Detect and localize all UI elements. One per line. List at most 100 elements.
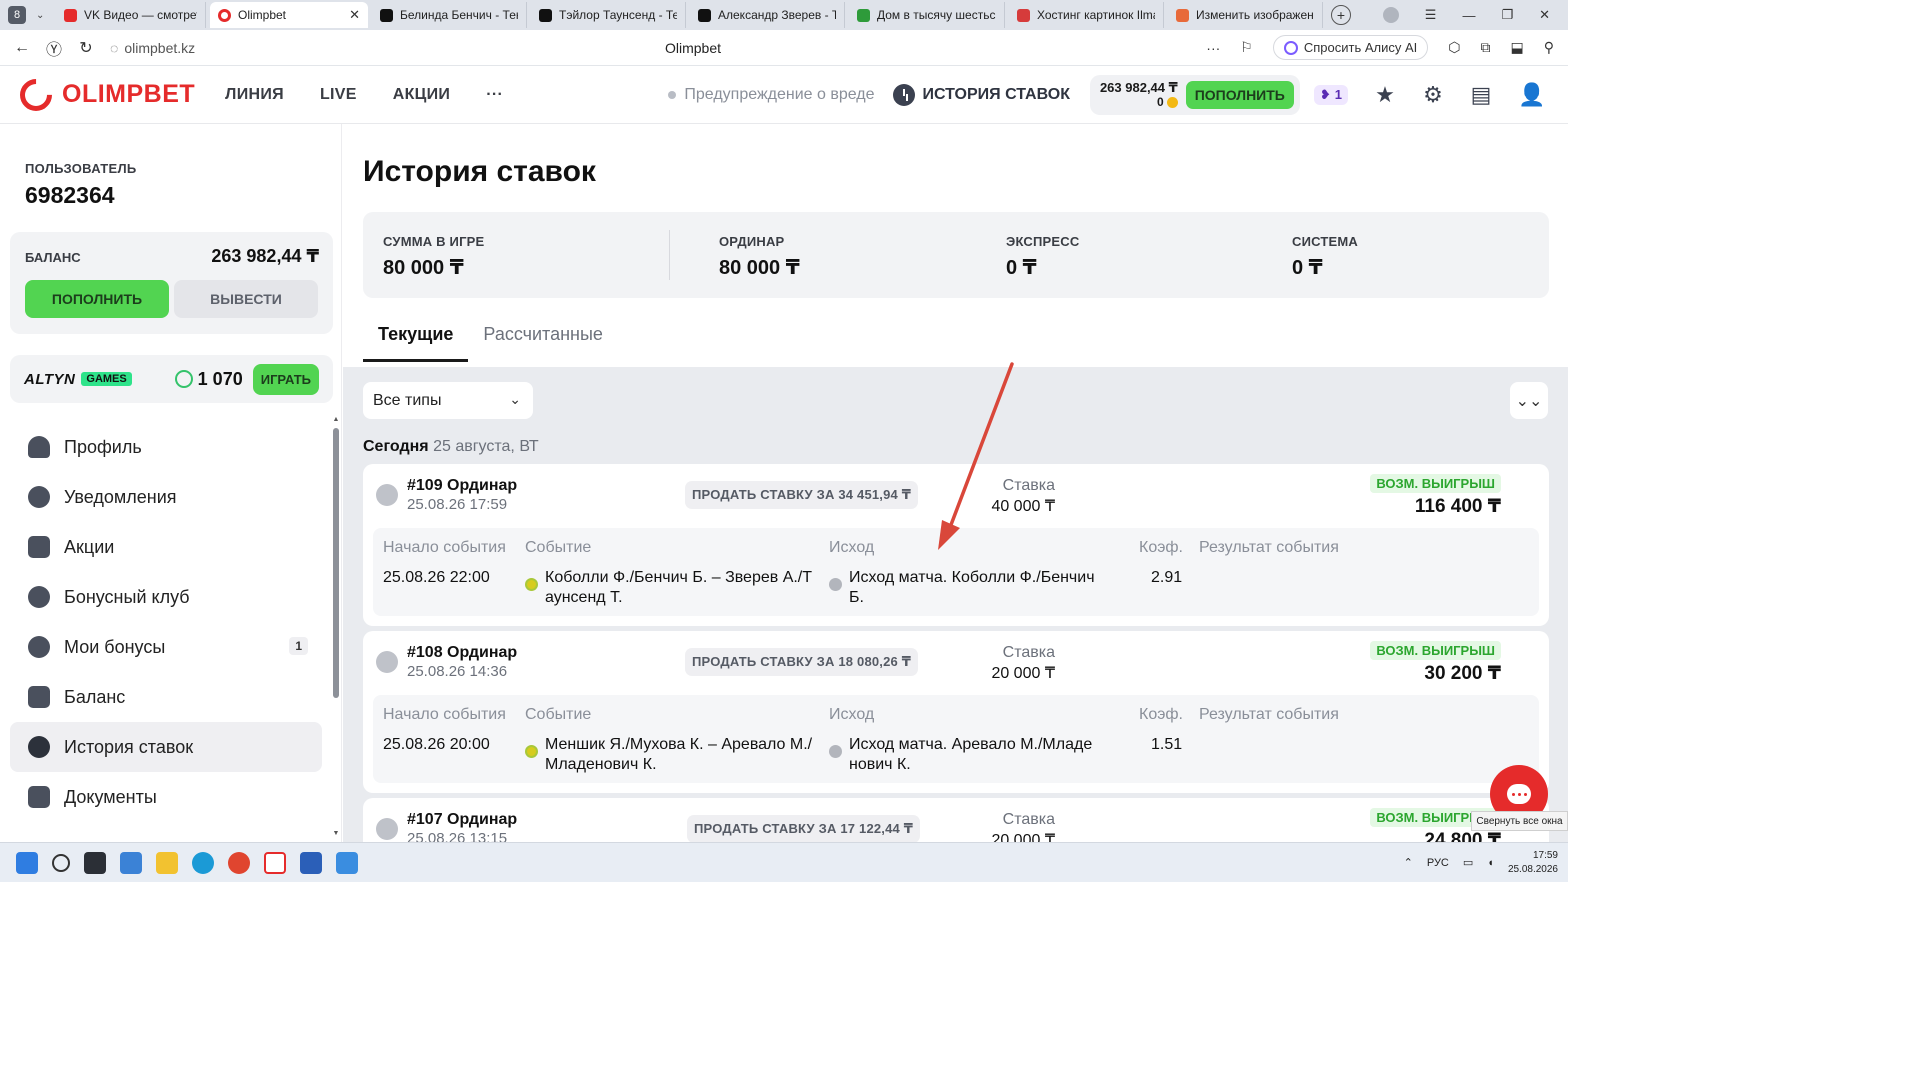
stake-value: 20 000 ₸ xyxy=(991,665,1055,682)
altyn-games-card[interactable]: ALTYN GAMES 1 070 ИГРАТЬ xyxy=(10,355,333,403)
clock[interactable]: 17:59 25.08.2026 xyxy=(1508,849,1558,877)
sidebar-item-notifications[interactable]: Уведомления xyxy=(10,472,322,522)
sidebar-item-promos[interactable]: Акции xyxy=(10,522,322,572)
sidebar-item-documents[interactable]: Документы xyxy=(10,772,322,822)
back-icon[interactable]: ← xyxy=(12,39,32,57)
withdraw-button[interactable]: ВЫВЕСТИ xyxy=(174,280,318,318)
olimpbet-icon xyxy=(218,8,231,22)
extensions-icon[interactable]: ⬡ xyxy=(1448,39,1460,56)
sidebar-item-bonus-club[interactable]: Бонусный клуб xyxy=(10,572,322,622)
yandex-browser-icon[interactable] xyxy=(264,851,286,874)
deposit-button[interactable]: ПОПОЛНИТЬ xyxy=(25,280,169,318)
collections-icon[interactable]: ⧉ xyxy=(1481,39,1491,56)
possible-win-value: 116 400 ₸ xyxy=(1414,496,1501,517)
nav-more[interactable]: ··· xyxy=(486,86,503,104)
browser-tab-active[interactable]: Olimpbet ✕ xyxy=(210,2,368,28)
yandex-icon[interactable]: Ⓨ xyxy=(44,36,64,60)
gear-icon[interactable]: ⚙ xyxy=(1422,83,1444,106)
downloads-icon[interactable]: ⬓ xyxy=(1511,39,1524,56)
sell-bet-button[interactable]: ПРОДАТЬ СТАВКУ ЗА 17 122,44 ₸ xyxy=(687,815,921,842)
restore-icon[interactable]: ❐ xyxy=(1501,7,1513,23)
reload-icon[interactable]: ↻ xyxy=(76,38,96,58)
event-name[interactable]: Меншик Я./Мухова К. – Аревало М./ Младен… xyxy=(545,735,812,775)
folder-icon[interactable] xyxy=(156,851,178,874)
event-name[interactable]: Коболли Ф./Бенчич Б. – Зверев А./Т аунсе… xyxy=(545,568,812,608)
tab-settled[interactable]: Рассчитанные xyxy=(468,324,618,362)
nav-line[interactable]: ЛИНИЯ xyxy=(225,86,284,104)
photos-icon[interactable] xyxy=(336,851,358,874)
bet-card[interactable]: #108 Ординар 25.08.26 14:36 ПРОДАТЬ СТАВ… xyxy=(363,631,1549,793)
windows-start-icon[interactable] xyxy=(16,851,38,874)
summary-system: СИСТЕМА 0 ₸ xyxy=(1292,234,1359,279)
bet-type-select[interactable]: Все типы ⌄ xyxy=(363,382,533,419)
sidebar-item-profile[interactable]: Профиль xyxy=(10,422,322,472)
chat-icon[interactable]: ▤ xyxy=(1470,83,1492,106)
edge-icon[interactable] xyxy=(192,851,214,874)
bet-history-link[interactable]: ИСТОРИЯ СТАВОК xyxy=(892,83,1070,106)
bet-datetime: 25.08.26 13:15 xyxy=(407,830,508,842)
logo[interactable]: OLIMPBET xyxy=(13,71,195,118)
menu-icon[interactable]: ☰ xyxy=(1425,7,1437,23)
pin-icon[interactable]: ⚲ xyxy=(1544,39,1554,56)
user-id: 6982364 xyxy=(25,182,115,208)
star-icon[interactable]: ★ xyxy=(1374,83,1396,106)
url-field[interactable]: ◌ olimpbet.kz xyxy=(110,40,195,56)
header-deposit-button[interactable]: ПОПОЛНИТЬ xyxy=(1185,80,1294,109)
browser-tab[interactable]: Дом в тысячу шестьсот xyxy=(849,2,1005,28)
sidebar-scrollbar[interactable]: ▲ ▼ xyxy=(332,416,340,842)
network-icon[interactable]: ▭ xyxy=(1463,856,1473,869)
user-icon[interactable]: 👤 xyxy=(1518,83,1545,106)
more-icon[interactable]: ··· xyxy=(1206,40,1220,56)
close-window-icon[interactable]: ✕ xyxy=(1539,7,1550,23)
chrome-icon[interactable] xyxy=(228,851,250,874)
harm-warning-link[interactable]: Предупреждение о вреде xyxy=(668,86,875,104)
site-header: OLIMPBET ЛИНИЯ LIVE АКЦИИ ··· Предупрежд… xyxy=(0,66,1568,124)
header-outcome: Исход xyxy=(829,539,875,556)
chevron-down-icon[interactable]: ⌄ xyxy=(36,10,52,21)
sidebar-item-bet-history[interactable]: История ставок xyxy=(10,722,322,772)
gift-icon: ❥ xyxy=(1319,86,1331,102)
nav-live[interactable]: LIVE xyxy=(320,86,357,104)
profile-icon[interactable] xyxy=(1382,7,1399,23)
sell-bet-button[interactable]: ПРОДАТЬ СТАВКУ ЗА 18 080,26 ₸ xyxy=(685,648,919,676)
sidebar-menu: Профиль Уведомления Акции Бонусный клуб … xyxy=(10,422,322,822)
browser-tab[interactable]: Хостинг картинок Ilmag xyxy=(1009,2,1164,28)
sidebar-item-my-bonuses[interactable]: Мои бонусы 1 xyxy=(10,622,322,672)
ask-alice-button[interactable]: Спросить Алису AI xyxy=(1272,35,1429,60)
scroll-down-icon[interactable]: ▼ xyxy=(332,830,340,837)
store-icon[interactable] xyxy=(120,851,142,874)
header-result: Результат события xyxy=(1199,539,1339,556)
browser-tab[interactable]: Александр Зверев - Тен xyxy=(690,2,845,28)
bet-card[interactable]: #107 Ординар 25.08.26 13:15 ПРОДАТЬ СТАВ… xyxy=(363,798,1549,842)
site-info-icon[interactable]: ◌ xyxy=(110,40,118,56)
user-label: ПОЛЬЗОВАТЕЛЬ xyxy=(25,161,137,176)
search-icon[interactable] xyxy=(52,853,70,872)
tab-current[interactable]: Текущие xyxy=(363,324,469,362)
task-view-icon[interactable] xyxy=(84,851,106,874)
browser-tab[interactable]: Белинда Бенчич - Тенн xyxy=(372,2,527,28)
promo-badge[interactable]: ❥ 1 xyxy=(1313,84,1348,105)
annotation-arrow-icon xyxy=(938,362,1014,550)
nav-promos[interactable]: АКЦИИ xyxy=(393,86,451,104)
chevron-up-icon[interactable]: ⌃ xyxy=(1404,856,1413,869)
new-tab-button[interactable]: + xyxy=(1331,5,1351,25)
sidebar-item-balance[interactable]: Баланс xyxy=(10,672,322,722)
sell-bet-button[interactable]: ПРОДАТЬ СТАВКУ ЗА 34 451,94 ₸ xyxy=(685,481,919,509)
bookmark-icon[interactable]: ⚐ xyxy=(1240,39,1253,56)
minimize-icon[interactable]: — xyxy=(1462,8,1475,23)
browser-tab[interactable]: Тэйлор Таунсенд - Тенн xyxy=(531,2,686,28)
bet-title: #107 Ординар xyxy=(407,811,518,828)
language-indicator[interactable]: РУС xyxy=(1427,857,1449,869)
browser-tab[interactable]: VK Видео — смотреть он xyxy=(56,2,206,28)
volume-icon[interactable]: ◖ xyxy=(1487,857,1494,869)
word-icon[interactable] xyxy=(300,851,322,874)
header-balance[interactable]: 263 982,44 ₸ 0 ПОПОЛНИТЬ xyxy=(1089,74,1300,115)
tab-counter[interactable]: 8 xyxy=(8,6,26,24)
play-button[interactable]: ИГРАТЬ xyxy=(252,363,319,395)
collapse-all-button[interactable]: ⌄⌄ xyxy=(1510,382,1548,419)
star-icon xyxy=(28,636,50,658)
close-icon[interactable]: ✕ xyxy=(341,7,360,23)
scroll-up-icon[interactable]: ▲ xyxy=(332,416,340,423)
scrollbar-thumb[interactable] xyxy=(333,428,339,698)
browser-tab[interactable]: Изменить изображение xyxy=(1168,2,1323,28)
